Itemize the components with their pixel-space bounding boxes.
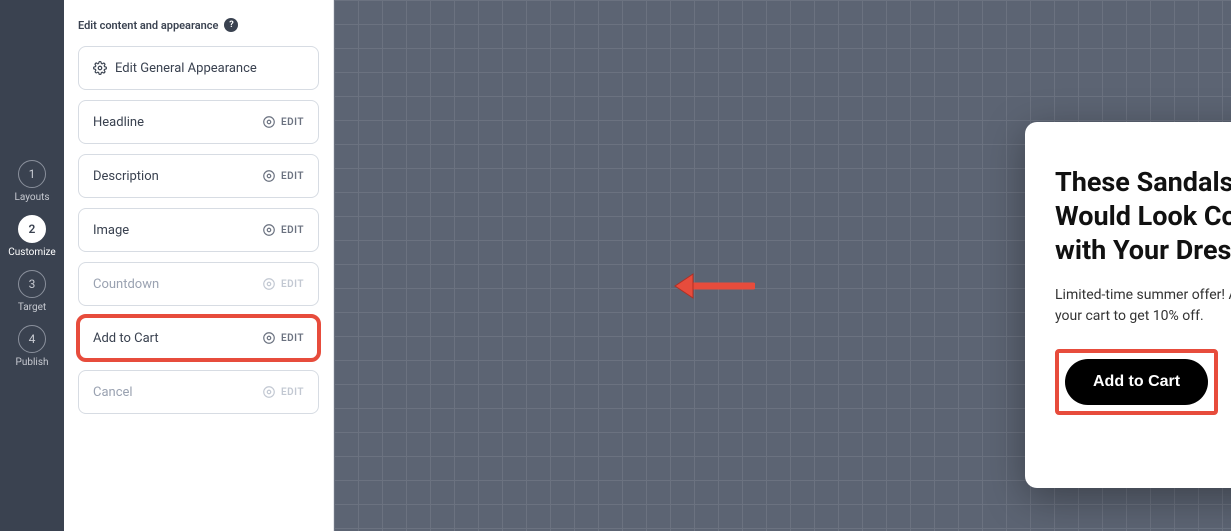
step-number: 2 [18,215,46,243]
block-headline[interactable]: Headline EDIT [78,100,319,144]
popup-description: Limited-time summer offer! Add to your c… [1055,285,1231,327]
gear-icon [262,115,276,129]
popup-content: These Sandals Would Look Cool with Your … [1025,122,1231,488]
popup-headline: These Sandals Would Look Cool with Your … [1055,166,1231,267]
help-icon[interactable]: ? [224,18,238,32]
block-label: Countdown [93,277,159,292]
edit-label: EDIT [281,279,304,290]
general-appearance-label: Edit General Appearance [115,61,257,76]
block-countdown[interactable]: Countdown EDIT [78,262,319,306]
block-add-to-cart[interactable]: Add to Cart EDIT [78,316,319,360]
block-label: Cancel [93,385,133,400]
header-text: Edit content and appearance [78,19,218,32]
block-description[interactable]: Description EDIT [78,154,319,198]
block-image[interactable]: Image EDIT [78,208,319,252]
gear-icon [262,385,276,399]
nav-step-layouts[interactable]: 1 Layouts [14,160,49,203]
design-canvas[interactable]: These Sandals Would Look Cool with Your … [334,0,1231,531]
edit-label: EDIT [281,171,304,182]
block-cancel[interactable]: Cancel EDIT [78,370,319,414]
annotation-arrow-icon [671,272,755,300]
block-label: Add to Cart [93,331,159,346]
wizard-nav: 1 Layouts 2 Customize 3 Target 4 Publish [0,0,64,531]
annotation-highlight: Add to Cart [1055,349,1218,415]
add-to-cart-button[interactable]: Add to Cart [1065,359,1208,405]
block-label: Image [93,223,129,238]
general-appearance-button[interactable]: Edit General Appearance [78,46,319,90]
step-number: 1 [18,160,46,188]
block-label: Description [93,169,159,184]
popup-preview: These Sandals Would Look Cool with Your … [1025,122,1231,488]
gear-icon [262,331,276,345]
step-label: Target [18,302,46,313]
step-label: Customize [8,247,55,258]
edit-label: EDIT [281,387,304,398]
sidebar-header: Edit content and appearance ? [78,18,319,32]
block-label: Headline [93,115,144,130]
edit-label: EDIT [281,117,304,128]
step-label: Publish [16,357,49,368]
step-number: 3 [18,270,46,298]
step-label: Layouts [14,192,49,203]
nav-step-target[interactable]: 3 Target [18,270,46,313]
editor-sidebar: Edit content and appearance ? Edit Gener… [64,0,334,531]
gear-icon [93,61,107,75]
nav-step-publish[interactable]: 4 Publish [16,325,49,368]
gear-icon [262,277,276,291]
nav-step-customize[interactable]: 2 Customize [8,215,55,258]
step-number: 4 [18,325,46,353]
edit-label: EDIT [281,225,304,236]
gear-icon [262,169,276,183]
gear-icon [262,223,276,237]
edit-label: EDIT [281,333,304,344]
